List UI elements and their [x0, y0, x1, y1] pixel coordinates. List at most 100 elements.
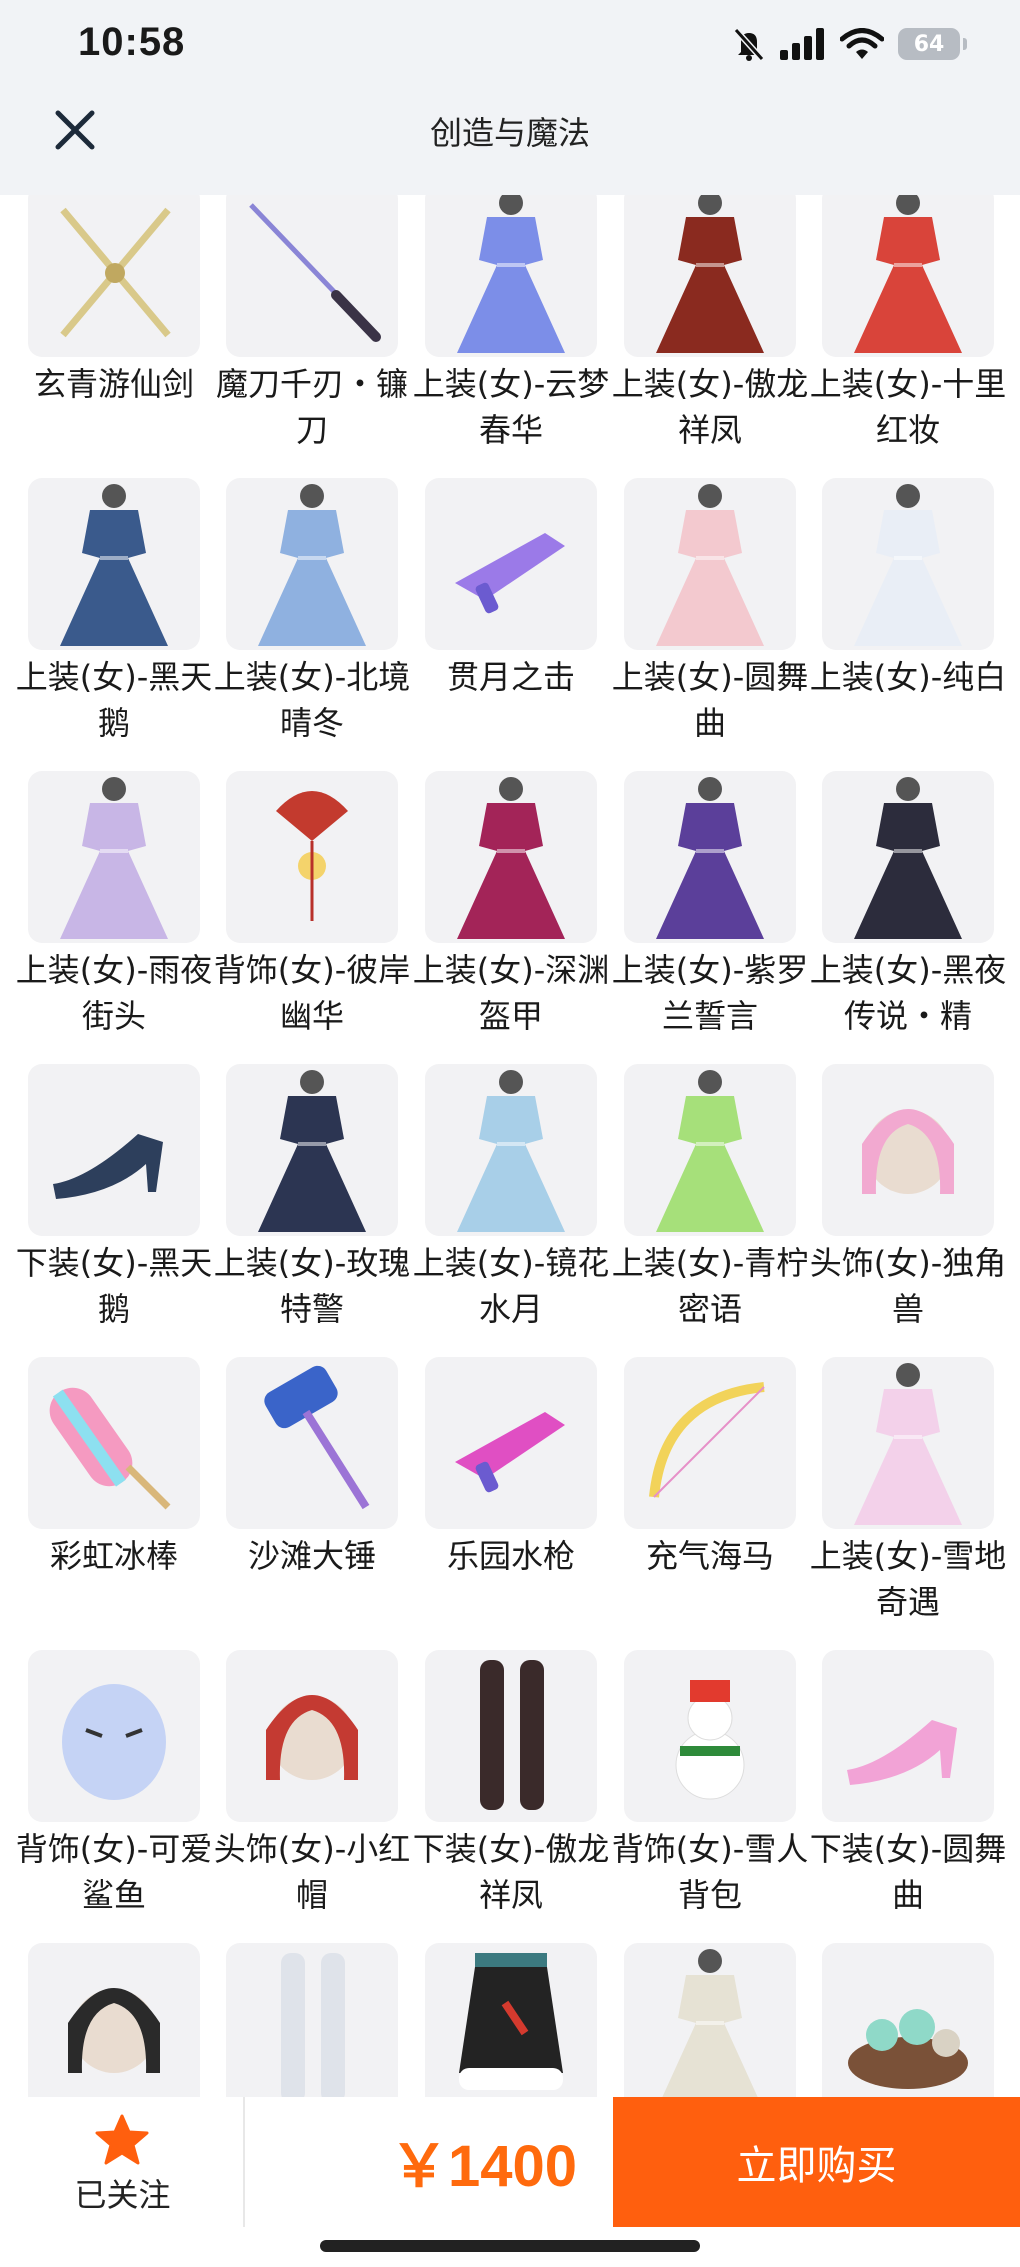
product-thumbnail: [28, 185, 200, 357]
product-label: 上装(女)-傲龙祥凤: [611, 365, 809, 449]
product-thumbnail: [28, 1943, 200, 2100]
product-item[interactable]: 上装(女)-黑天鹅: [16, 478, 212, 746]
product-label: 充气海马: [645, 1537, 774, 1575]
product-item[interactable]: 上装(女)-深渊盔甲: [413, 771, 609, 1039]
gown-icon: [258, 484, 366, 646]
mute-bell-icon: [733, 27, 765, 62]
product-thumbnail: [226, 1357, 398, 1529]
product-item[interactable]: 背饰(女)-雪人背包: [612, 1650, 808, 1918]
product-label: 上装(女)-紫罗兰誓言: [611, 951, 809, 1035]
product-item[interactable]: [822, 1943, 994, 2100]
wifi-icon: [840, 28, 884, 59]
gown-icon: [258, 1070, 366, 1232]
product-label: 魔刀千刃・镰刀: [215, 365, 408, 449]
fan-icon: [276, 791, 348, 921]
product-label: 乐园水枪: [446, 1537, 575, 1575]
popsicle-icon: [49, 1387, 171, 1510]
head-icon: [862, 1109, 954, 1194]
product-item[interactable]: 上装(女)-青柠密语: [612, 1064, 808, 1332]
gown-icon: [457, 191, 565, 353]
product-item[interactable]: 上装(女)-圆舞曲: [612, 478, 808, 746]
product-label: 背饰(女)-雪人背包: [611, 1830, 809, 1914]
product-thumbnail: [624, 771, 796, 943]
hammer-icon: [264, 1365, 370, 1510]
shark-icon: [62, 1684, 166, 1800]
bow-icon: [649, 1382, 765, 1498]
product-label: 彩虹冰棒: [49, 1537, 178, 1575]
product-label: 上装(女)-纯白: [809, 658, 1007, 696]
buy-now-button[interactable]: 立即购买: [613, 2097, 1020, 2227]
product-label: 沙滩大锤: [247, 1537, 376, 1575]
page-title: 创造与魔法: [429, 114, 590, 152]
product-thumbnail: [425, 1357, 597, 1529]
product-label: 背饰(女)-可爱鲨鱼: [15, 1830, 213, 1914]
product-item[interactable]: 上装(女)-北境晴冬: [214, 478, 410, 746]
product-thumbnail: [226, 771, 398, 943]
product-item[interactable]: 上装(女)-云梦春华: [413, 185, 609, 453]
gown-icon: [661, 1949, 759, 2100]
product-item[interactable]: 上装(女)-紫罗兰誓言: [612, 771, 808, 1039]
product-thumbnail: [226, 1064, 398, 1236]
product-item[interactable]: 上装(女)-黑夜传说・精: [810, 771, 1006, 1039]
product-item[interactable]: 下装(女)-圆舞曲: [810, 1650, 1006, 1918]
product-item[interactable]: 玄青游仙剑: [28, 185, 200, 407]
product-item[interactable]: 背饰(女)-可爱鲨鱼: [16, 1650, 212, 1918]
product-item[interactable]: 贯月之击: [425, 478, 597, 700]
product-thumbnail: [425, 771, 597, 943]
header: 10:58 64 创造与魔法: [0, 0, 1020, 195]
product-item[interactable]: 上装(女)-雪地奇遇: [810, 1357, 1006, 1625]
product-item[interactable]: [28, 1943, 200, 2100]
head-icon: [68, 1988, 160, 2073]
product-label: 上装(女)-深渊盔甲: [412, 951, 610, 1035]
product-item[interactable]: 上装(女)-镜花水月: [413, 1064, 609, 1332]
product-item[interactable]: 乐园水枪: [425, 1357, 597, 1579]
product-item[interactable]: 彩虹冰棒: [28, 1357, 200, 1579]
product-item[interactable]: 魔刀千刃・镰刀: [216, 185, 408, 453]
product-item[interactable]: 下装(女)-黑天鹅: [16, 1064, 212, 1332]
product-item[interactable]: 充气海马: [624, 1357, 796, 1579]
product-thumbnail: [822, 185, 994, 357]
product-item[interactable]: 上装(女)-十里红妆: [810, 185, 1006, 453]
product-thumbnail: [822, 478, 994, 650]
stockings-icon: [281, 1953, 345, 2100]
product-label: 背饰(女)-彼岸幽华: [213, 951, 411, 1035]
product-thumbnail: [425, 1650, 597, 1822]
product-thumbnail: [28, 1650, 200, 1822]
follow-label: 已关注: [74, 2176, 171, 2214]
product-thumbnail: [425, 185, 597, 357]
product-item[interactable]: 上装(女)-纯白: [810, 478, 1006, 700]
product-label: 头饰(女)-独角兽: [809, 1244, 1007, 1328]
follow-button[interactable]: 已关注: [0, 2097, 245, 2227]
product-item[interactable]: 上装(女)-傲龙祥凤: [612, 185, 808, 453]
product-item[interactable]: 头饰(女)-小红帽: [214, 1650, 410, 1918]
gun-icon: [455, 1412, 565, 1493]
gun-icon: [455, 533, 565, 614]
product-item[interactable]: 下装(女)-傲龙祥凤: [413, 1650, 609, 1918]
product-thumbnail: [624, 1943, 796, 2100]
product-thumbnail: [822, 1064, 994, 1236]
gown-icon: [457, 1070, 565, 1232]
gown-icon: [854, 484, 962, 646]
product-thumbnail: [425, 1943, 597, 2100]
product-item[interactable]: 背饰(女)-彼岸幽华: [214, 771, 410, 1039]
product-label: 上装(女)-雪地奇遇: [809, 1537, 1007, 1621]
product-label: 上装(女)-镜花水月: [412, 1244, 610, 1328]
product-item[interactable]: 上装(女)-雨夜街头: [16, 771, 212, 1039]
product-label: 下装(女)-圆舞曲: [809, 1830, 1007, 1914]
product-item[interactable]: [226, 1943, 398, 2100]
product-item[interactable]: 上装(女)-玫瑰特警: [214, 1064, 410, 1332]
heels-icon: [847, 1720, 957, 1785]
product-thumbnail: [822, 771, 994, 943]
product-item[interactable]: 沙滩大锤: [226, 1357, 398, 1579]
product-label: 上装(女)-十里红妆: [809, 365, 1007, 449]
gown-icon: [60, 484, 168, 646]
divider: [243, 2097, 245, 2227]
product-label: 上装(女)-玫瑰特警: [213, 1244, 411, 1328]
product-label: 上装(女)-黑天鹅: [15, 658, 213, 742]
product-label: 下装(女)-傲龙祥凤: [412, 1830, 610, 1914]
product-thumbnail: [822, 1357, 994, 1529]
product-thumbnail: [425, 1064, 597, 1236]
product-item[interactable]: [425, 1943, 597, 2100]
product-item[interactable]: [624, 1943, 796, 2100]
product-item[interactable]: 头饰(女)-独角兽: [810, 1064, 1006, 1332]
